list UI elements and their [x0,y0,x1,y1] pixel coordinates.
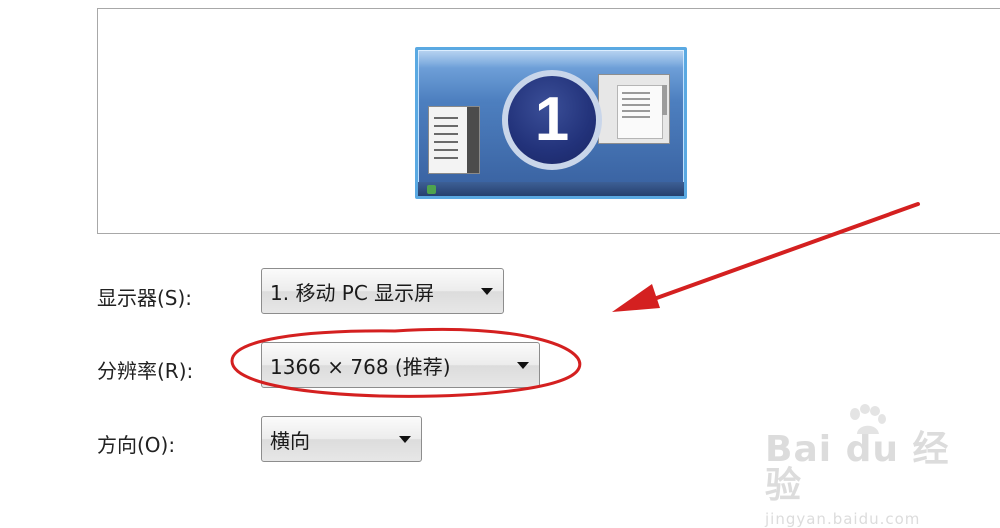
mini-window-icon [598,74,670,144]
display-select[interactable]: 1. 移动 PC 显示屏 [261,268,504,314]
resolution-select[interactable]: 1366 × 768 (推荐) [261,342,540,388]
orientation-label: 方向(O): [97,433,176,457]
resolution-select-value: 1366 × 768 (推荐) [270,354,451,379]
display-label: 显示器(S): [97,286,193,310]
orientation-select-value: 横向 [270,428,310,453]
orientation-select[interactable]: 横向 [261,416,422,462]
resolution-label: 分辨率(R): [97,359,194,383]
baidu-watermark: Bai du 经验 jingyan.baidu.com [765,404,955,528]
paw-logo-icon [850,404,886,434]
dropdown-arrow-icon [517,362,529,369]
mini-window-icon [428,106,480,174]
watermark-brand: Bai du 经验 [765,429,950,506]
arrow-head-icon [612,284,660,312]
dropdown-arrow-icon [399,436,411,443]
monitor-number-badge: 1 [502,70,602,170]
start-icon [427,185,436,194]
dropdown-arrow-icon [481,288,493,295]
display-select-value: 1. 移动 PC 显示屏 [270,280,435,305]
watermark-url: jingyan.baidu.com [765,510,921,528]
monitor-1-thumbnail[interactable]: 1 [415,47,687,199]
taskbar [418,182,684,196]
monitor-arrangement-panel: 1 [97,8,1000,234]
